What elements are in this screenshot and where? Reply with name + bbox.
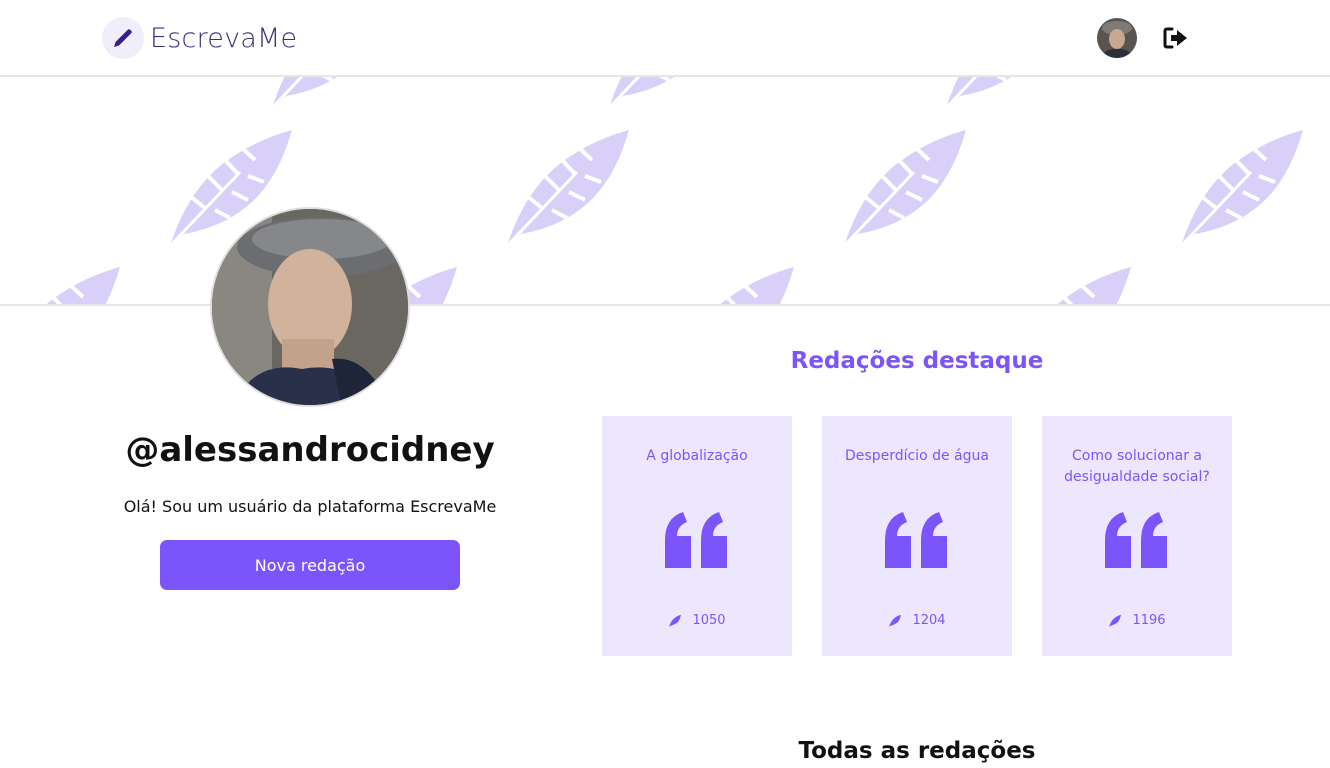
all-essays-title: Todas as redações bbox=[798, 738, 1036, 764]
quote-icon bbox=[1105, 512, 1167, 568]
new-essay-button[interactable]: Nova redação bbox=[160, 540, 460, 590]
card-views: 1196 bbox=[1132, 613, 1166, 628]
card-views: 1050 bbox=[692, 613, 726, 628]
quote-icon bbox=[885, 512, 947, 568]
card-title: Desperdício de água bbox=[845, 448, 989, 464]
profile-photo bbox=[210, 207, 410, 407]
app-logo[interactable]: EscrevaMe bbox=[102, 17, 297, 59]
quote-icon bbox=[665, 512, 727, 568]
logout-icon[interactable] bbox=[1163, 27, 1189, 49]
profile-banner bbox=[0, 77, 1330, 306]
user-avatar[interactable] bbox=[1097, 18, 1137, 58]
featured-card[interactable]: Como solucionar a desigualdade social? 1… bbox=[1042, 416, 1232, 656]
profile-bio: Olá! Sou um usuário da plataforma Escrev… bbox=[123, 497, 497, 516]
feather-icon bbox=[668, 614, 682, 628]
feather-icon bbox=[888, 614, 902, 628]
card-title: A globalização bbox=[646, 448, 748, 464]
card-title: Como solucionar a desigualdade social? bbox=[1064, 448, 1210, 485]
feather-pattern bbox=[0, 77, 1305, 304]
card-stats: 1204 bbox=[822, 613, 1012, 628]
featured-title: Redações destaque bbox=[790, 348, 1044, 374]
featured-card[interactable]: A globalização 1050 bbox=[602, 416, 792, 656]
card-stats: 1196 bbox=[1042, 613, 1232, 628]
card-views: 1204 bbox=[912, 613, 946, 628]
app-name: EscrevaMe bbox=[150, 22, 298, 54]
top-navbar: EscrevaMe bbox=[0, 0, 1330, 77]
feather-icon bbox=[1108, 614, 1122, 628]
card-stats: 1050 bbox=[602, 613, 792, 628]
pencil-icon bbox=[102, 17, 144, 59]
profile-username: @alessandrocidney bbox=[125, 430, 495, 470]
featured-card[interactable]: Desperdício de água 1204 bbox=[822, 416, 1012, 656]
